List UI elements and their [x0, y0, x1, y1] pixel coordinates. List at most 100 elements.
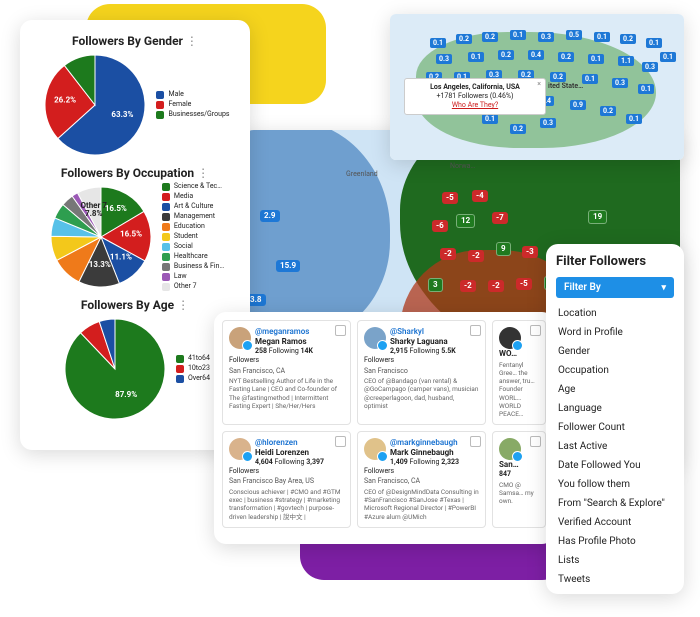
map-delta-badge[interactable]: -6	[432, 220, 448, 232]
map-delta-badge[interactable]: 12	[456, 214, 475, 228]
map-delta-badge[interactable]: -2	[460, 280, 476, 292]
tooltip-who-link[interactable]: Who Are They?	[411, 101, 539, 110]
map-pin[interactable]: 0.1	[660, 52, 676, 62]
map-delta-badge[interactable]: 19	[588, 210, 607, 224]
pie-chart-age[interactable]: 87.9%	[60, 314, 170, 424]
follower-card[interactable]: WO… Fentanyl Gree… the answer, tru… Foun…	[492, 320, 546, 425]
map-pin[interactable]: 0.2	[456, 34, 472, 44]
avatar[interactable]	[499, 438, 521, 460]
map-pin[interactable]: 0.3	[436, 54, 452, 64]
followers-us-map-inset[interactable]: ited State… 0.10.20.20.10.30.50.10.20.10…	[390, 14, 684, 160]
map-delta-badge[interactable]: -7	[492, 212, 508, 224]
legend-item[interactable]: Healthcare	[162, 253, 224, 261]
close-icon[interactable]: ×	[537, 80, 541, 89]
legend-item[interactable]: Media	[162, 193, 224, 201]
map-pin[interactable]: 0.1	[646, 38, 662, 48]
follower-card[interactable]: San… 847 CMO @ Samsa… my own.	[492, 431, 546, 528]
map-pin[interactable]: 0.3	[642, 62, 658, 72]
map-pin[interactable]: 0.3	[612, 78, 628, 88]
map-pin[interactable]: 0.2	[558, 52, 574, 62]
filter-option[interactable]: Has Profile Photo	[556, 532, 674, 551]
legend-item[interactable]: Male	[156, 91, 229, 99]
select-follower-checkbox[interactable]	[335, 436, 346, 447]
filter-option[interactable]: Follower Count	[556, 418, 674, 437]
map-pin[interactable]: 0.1	[430, 38, 446, 48]
legend-item[interactable]: Student	[162, 233, 224, 241]
map-delta-badge[interactable]: 15.9	[276, 260, 300, 272]
map-pin[interactable]: 0.2	[550, 72, 566, 82]
map-delta-badge[interactable]: -2	[468, 250, 484, 262]
legend-item[interactable]: Businesses/Groups	[156, 111, 229, 119]
map-pin[interactable]: 0.1	[626, 114, 642, 124]
filter-option[interactable]: Gender	[556, 342, 674, 361]
legend-item[interactable]: Over64	[176, 375, 210, 383]
map-pin[interactable]: 0.3	[540, 118, 556, 128]
filter-option[interactable]: From "Search & Explore"	[556, 494, 674, 513]
map-pin[interactable]: 0.3	[538, 32, 554, 42]
map-pin[interactable]: 0.1	[482, 114, 498, 124]
filter-option[interactable]: Lists	[556, 551, 674, 570]
map-delta-badge[interactable]: -3	[522, 246, 538, 258]
filter-option[interactable]: Age	[556, 380, 674, 399]
avatar[interactable]	[229, 438, 251, 460]
avatar[interactable]	[229, 327, 251, 349]
map-delta-badge[interactable]: -2	[488, 280, 504, 292]
filter-option[interactable]: You follow them	[556, 475, 674, 494]
select-follower-checkbox[interactable]	[530, 436, 541, 447]
legend-item[interactable]: Social	[162, 243, 224, 251]
filter-by-dropdown-button[interactable]: Filter By ▾	[556, 277, 674, 298]
select-follower-checkbox[interactable]	[470, 325, 481, 336]
map-delta-badge[interactable]: -4	[472, 190, 488, 202]
select-follower-checkbox[interactable]	[470, 436, 481, 447]
map-delta-badge[interactable]: 2.9	[260, 210, 280, 222]
legend-item[interactable]: Art & Culture	[162, 203, 224, 211]
follower-card[interactable]: @Sharkyl Sharky Laguana 2,915 Following …	[357, 320, 486, 425]
pie-chart-gender[interactable]: 63.3%26.2%	[40, 50, 150, 160]
filter-option[interactable]: Verified Account	[556, 513, 674, 532]
legend-item[interactable]: 10to23	[176, 365, 210, 373]
filter-option[interactable]: Location	[556, 304, 674, 323]
filter-option[interactable]: Tweets	[556, 570, 674, 589]
legend-item[interactable]: Management	[162, 213, 224, 221]
legend-item[interactable]: Other 7	[162, 283, 224, 291]
map-pin[interactable]: 0.2	[600, 106, 616, 116]
map-pin[interactable]: 0.5	[566, 30, 582, 40]
map-pin[interactable]: 0.1	[594, 32, 610, 42]
legend-item[interactable]: Business & Fin…	[162, 263, 224, 271]
follower-card[interactable]: @hlorenzen Heidi Lorenzen 4,604 Followin…	[222, 431, 351, 528]
map-pin[interactable]: 0.2	[510, 124, 526, 134]
filter-option[interactable]: Language	[556, 399, 674, 418]
legend-item[interactable]: Female	[156, 101, 229, 109]
filter-option[interactable]: Date Followed You	[556, 456, 674, 475]
map-pin[interactable]: 0.1	[588, 54, 604, 64]
select-follower-checkbox[interactable]	[530, 325, 541, 336]
map-pin[interactable]: 0.1	[638, 84, 654, 94]
follower-card[interactable]: @markginnebaugh Mark Ginnebaugh 1,409 Fo…	[357, 431, 486, 528]
map-pin[interactable]: 0.1	[582, 74, 598, 84]
pie-chart-occupation[interactable]: 16.5%16.5%11.1%13.3%Other 77.8%	[46, 182, 156, 292]
map-delta-badge[interactable]: -2	[440, 248, 456, 260]
map-pin[interactable]: 0.4	[528, 50, 544, 60]
map-pin[interactable]: 0.2	[482, 32, 498, 42]
filter-option[interactable]: Occupation	[556, 361, 674, 380]
map-delta-badge[interactable]: 3	[428, 278, 443, 292]
legend-item[interactable]: Science & Tec…	[162, 183, 224, 191]
avatar[interactable]	[364, 327, 386, 349]
map-pin[interactable]: 0.1	[510, 30, 526, 40]
follower-card[interactable]: @meganramos Megan Ramos 258 Following 14…	[222, 320, 351, 425]
filter-option[interactable]: Last Active	[556, 437, 674, 456]
select-follower-checkbox[interactable]	[335, 325, 346, 336]
avatar[interactable]	[499, 327, 521, 349]
map-pin[interactable]: 1.1	[618, 56, 634, 66]
legend-item[interactable]: Education	[162, 223, 224, 231]
map-pin[interactable]: 0.1	[468, 52, 484, 62]
map-pin[interactable]: 0.2	[620, 34, 636, 44]
map-delta-badge[interactable]: 9	[496, 242, 511, 256]
map-pin[interactable]: 0.2	[498, 50, 514, 60]
map-delta-badge[interactable]: -5	[442, 192, 458, 204]
map-delta-badge[interactable]: -5	[516, 278, 532, 290]
avatar[interactable]	[364, 438, 386, 460]
legend-item[interactable]: 41to64	[176, 355, 210, 363]
filter-option[interactable]: Word in Profile	[556, 323, 674, 342]
map-pin[interactable]: 0.9	[570, 100, 586, 110]
